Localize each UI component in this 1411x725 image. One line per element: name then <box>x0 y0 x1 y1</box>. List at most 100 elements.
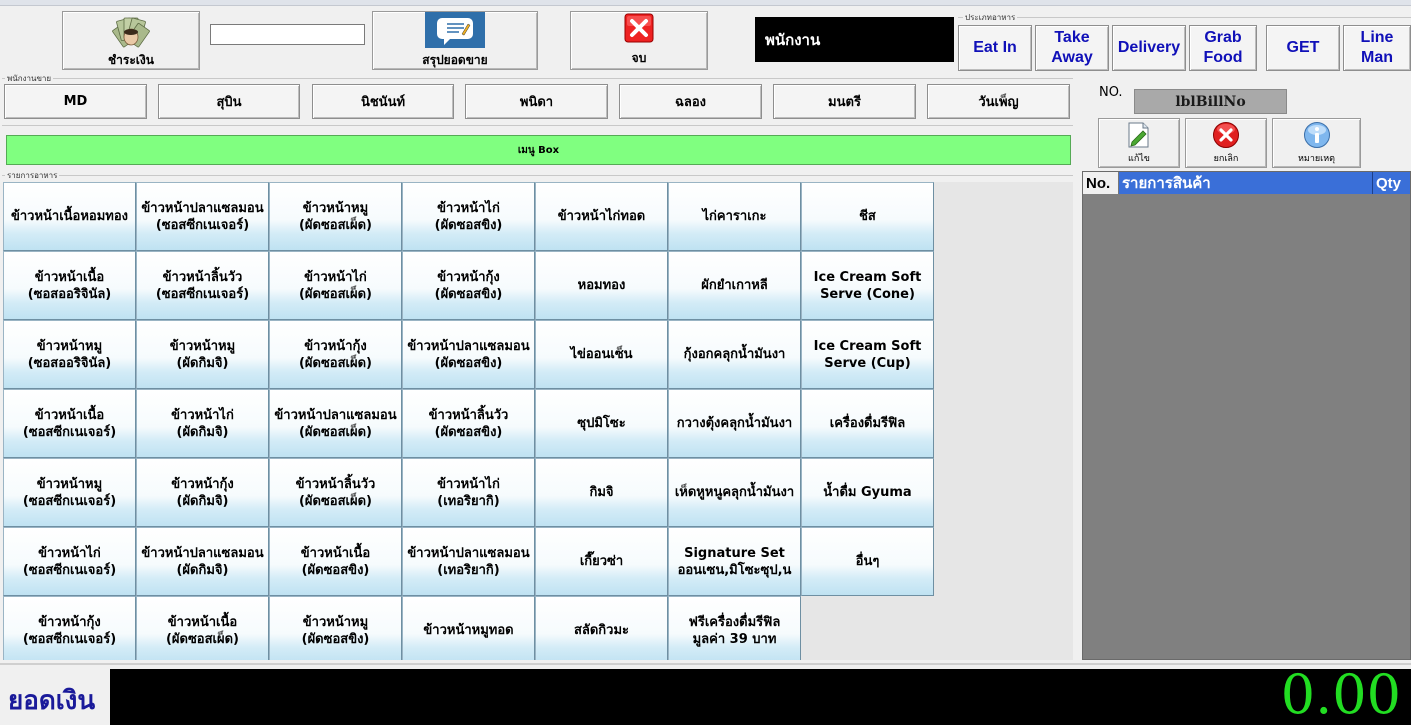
menu-item[interactable]: ข้าวหน้าไก่ (ซอสซีกเนเจอร์) <box>3 527 136 596</box>
menu-item[interactable]: ข้าวหน้าหมู (ซอสซีกเนเจอร์) <box>3 458 136 527</box>
menu-item[interactable]: ข้าวหน้าปลาแซลมอน (ผัดกิมจิ) <box>136 527 269 596</box>
pay-button[interactable]: ชำระเงิน <box>62 11 200 70</box>
exit-button[interactable]: จบ <box>570 11 708 70</box>
staff-group-bottom <box>2 125 1073 126</box>
staff-button-nichanan[interactable]: นิชนันท์ <box>312 84 454 119</box>
menu-item[interactable]: น้ำดื่ม Gyuma <box>801 458 934 527</box>
menu-item[interactable]: เห็ดหูหนูคลุกน้ำมันงา <box>668 458 801 527</box>
menu-item[interactable]: ข้าวหน้าไก่ (ผัดซอสขิง) <box>402 182 535 251</box>
menu-item[interactable]: ข้าวหน้าหมู (ซอสออริจินัล) <box>3 320 136 389</box>
menu-item[interactable]: ข้าวหน้าลิ้นวัว (ผัดซอสเผ็ด) <box>269 458 402 527</box>
staff-display: พนักงาน <box>755 17 954 62</box>
bill-number-value: lblBillNo <box>1175 93 1246 110</box>
menu-item[interactable]: ข้าวหน้าหมู (ผัดซอสเผ็ด) <box>269 182 402 251</box>
menu-box-bar[interactable]: เมนู Box <box>6 135 1071 165</box>
staff-display-text: พนักงาน <box>765 30 821 49</box>
menu-item[interactable]: ข้าวหน้าไก่ (ผัดกิมจิ) <box>136 389 269 458</box>
menu-item[interactable]: ข้าวหน้าไก่ (เทอริยากิ) <box>402 458 535 527</box>
menu-item[interactable]: ซุปมิโซะ <box>535 389 668 458</box>
menu-item[interactable]: ชีส <box>801 182 934 251</box>
menu-item[interactable]: ฟรีเครื่องดื่มรีฟิล มูลค่า 39 บาท <box>668 596 801 660</box>
order-type-group-line <box>958 17 1411 18</box>
edit-button[interactable]: แก้ไข <box>1098 118 1180 168</box>
menu-item[interactable]: กวางตุ้งคลุกน้ำมันงา <box>668 389 801 458</box>
money-icon <box>109 12 153 48</box>
menu-item[interactable]: สลัดกิวมะ <box>535 596 668 660</box>
menu-item[interactable]: ข้าวหน้าปลาแซลมอน (ซอสซีกเนเจอร์) <box>136 182 269 251</box>
menu-box-label: เมนู Box <box>517 144 560 156</box>
edit-label: แก้ไข <box>1128 154 1150 164</box>
menu-item[interactable]: ข้าวหน้าเนื้อ (ซอสออริจินัล) <box>3 251 136 320</box>
menu-item[interactable]: ข้าวหน้าลิ้นวัว (ผัดซอสขิง) <box>402 389 535 458</box>
menu-grid: ข้าวหน้าเนื้อหอมทอง ข้าวหน้าปลาแซลมอน (ซอ… <box>3 182 1073 660</box>
menu-group-label: รายการอาหาร <box>5 169 60 182</box>
order-type-get[interactable]: GET <box>1266 25 1340 71</box>
menu-item[interactable]: กิมจิ <box>535 458 668 527</box>
menu-item[interactable]: ข้าวหน้าเนื้อหอมทอง <box>3 182 136 251</box>
exit-label: จบ <box>631 51 647 65</box>
menu-item[interactable]: Ice Cream Soft Serve (Cup) <box>801 320 934 389</box>
menu-item[interactable]: Signature Set ออนเซน,มิโซะซุป,น <box>668 527 801 596</box>
menu-group-line <box>2 175 1073 176</box>
order-type-take-away[interactable]: Take Away <box>1035 25 1109 71</box>
staff-group-line <box>2 78 1073 79</box>
menu-item[interactable]: ข้าวหน้าหมูทอด <box>402 596 535 660</box>
menu-item[interactable]: ข้าวหน้าปลาแซลมอน (เทอริยากิ) <box>402 527 535 596</box>
order-type-delivery[interactable]: Delivery <box>1112 25 1186 71</box>
total-display: 0.00 <box>110 663 1411 725</box>
pay-label: ชำระเงิน <box>108 52 154 67</box>
total-amount: 0.00 <box>1280 663 1401 725</box>
menu-item[interactable]: เครื่องดื่มรีฟิล <box>801 389 934 458</box>
menu-item[interactable]: ข้าวหน้าปลาแซลมอน (ผัดซอสขิง) <box>402 320 535 389</box>
menu-item[interactable]: ข้าวหน้าเนื้อ (ผัดซอสขิง) <box>269 527 402 596</box>
window-top-strip <box>0 0 1411 6</box>
total-label: ยอดเงิน <box>8 686 96 716</box>
menu-item[interactable]: ข้าวหน้ากุ้ง (ซอสซีกเนเจอร์) <box>3 596 136 660</box>
menu-item[interactable]: ข้าวหน้าเนื้อ (ผัดซอสเผ็ด) <box>136 596 269 660</box>
note-label: หมายเหตุ <box>1297 154 1336 164</box>
cancel-button[interactable]: ยกเลิก <box>1185 118 1267 168</box>
note-button[interactable]: หมายเหตุ <box>1272 118 1361 168</box>
menu-item[interactable]: ข้าวหน้าปลาแซลมอน (ผัดซอสเผ็ด) <box>269 389 402 458</box>
menu-item[interactable]: ข้าวหน้าไก่ทอด <box>535 182 668 251</box>
bill-no-label: NO. <box>1099 85 1123 100</box>
menu-item[interactable]: เกี๊ยวซ่า <box>535 527 668 596</box>
staff-button-subin[interactable]: สุบิน <box>158 84 300 119</box>
close-icon <box>624 13 654 43</box>
cancel-label: ยกเลิก <box>1213 154 1239 164</box>
sales-summary-button[interactable]: สรุปยอดขาย <box>372 11 538 70</box>
menu-item[interactable]: หอมทอง <box>535 251 668 320</box>
order-type-grab-food[interactable]: Grab Food <box>1189 25 1257 71</box>
menu-item[interactable]: ผักยำเกาหลี <box>668 251 801 320</box>
menu-item[interactable]: ข้าวหน้าเนื้อ (ซอสซีกเนเจอร์) <box>3 389 136 458</box>
staff-button-md[interactable]: MD <box>4 84 147 119</box>
bill-col-item: รายการสินค้า <box>1119 172 1373 194</box>
menu-item[interactable]: Ice Cream Soft Serve (Cone) <box>801 251 934 320</box>
bill-col-qty: Qty <box>1373 172 1410 194</box>
menu-item[interactable]: ข้าวหน้าไก่ (ผัดซอสเผ็ด) <box>269 251 402 320</box>
summary-report-icon <box>424 11 486 48</box>
menu-item[interactable]: อื่นๆ <box>801 527 934 596</box>
staff-button-montri[interactable]: มนตรี <box>773 84 916 119</box>
bill-items-grid[interactable]: No. รายการสินค้า Qty <box>1082 171 1411 660</box>
menu-item[interactable]: ข้าวหน้ากุ้ง (ผัดกิมจิ) <box>136 458 269 527</box>
search-input[interactable] <box>210 24 365 45</box>
menu-item[interactable]: กุ้งอกคลุกน้ำมันงา <box>668 320 801 389</box>
order-type-line-man[interactable]: Line Man <box>1343 25 1411 71</box>
menu-item[interactable]: ข้าวหน้าหมู (ผัดซอสขิง) <box>269 596 402 660</box>
cancel-icon <box>1212 121 1240 149</box>
menu-item[interactable]: ข้าวหน้าหมู (ผัดกิมจิ) <box>136 320 269 389</box>
order-type-group-label: ประเภทอาหาร <box>963 11 1018 24</box>
menu-item[interactable]: ไข่ออนเซ็น <box>535 320 668 389</box>
staff-button-panida[interactable]: พนิดา <box>465 84 608 119</box>
menu-item[interactable]: ข้าวหน้ากุ้ง (ผัดซอสเผ็ด) <box>269 320 402 389</box>
staff-button-chalong[interactable]: ฉลอง <box>619 84 762 119</box>
order-type-eat-in[interactable]: Eat In <box>958 25 1032 71</box>
menu-item[interactable]: ข้าวหน้าลิ้นวัว (ซอสซีกเนเจอร์) <box>136 251 269 320</box>
staff-button-wanpen[interactable]: วันเพ็ญ <box>927 84 1070 119</box>
menu-item[interactable]: ไก่คาราเกะ <box>668 182 801 251</box>
sales-summary-label: สรุปยอดขาย <box>422 52 488 67</box>
bill-col-no: No. <box>1083 172 1119 194</box>
info-icon <box>1303 121 1331 149</box>
menu-item[interactable]: ข้าวหน้ากุ้ง (ผัดซอสขิง) <box>402 251 535 320</box>
